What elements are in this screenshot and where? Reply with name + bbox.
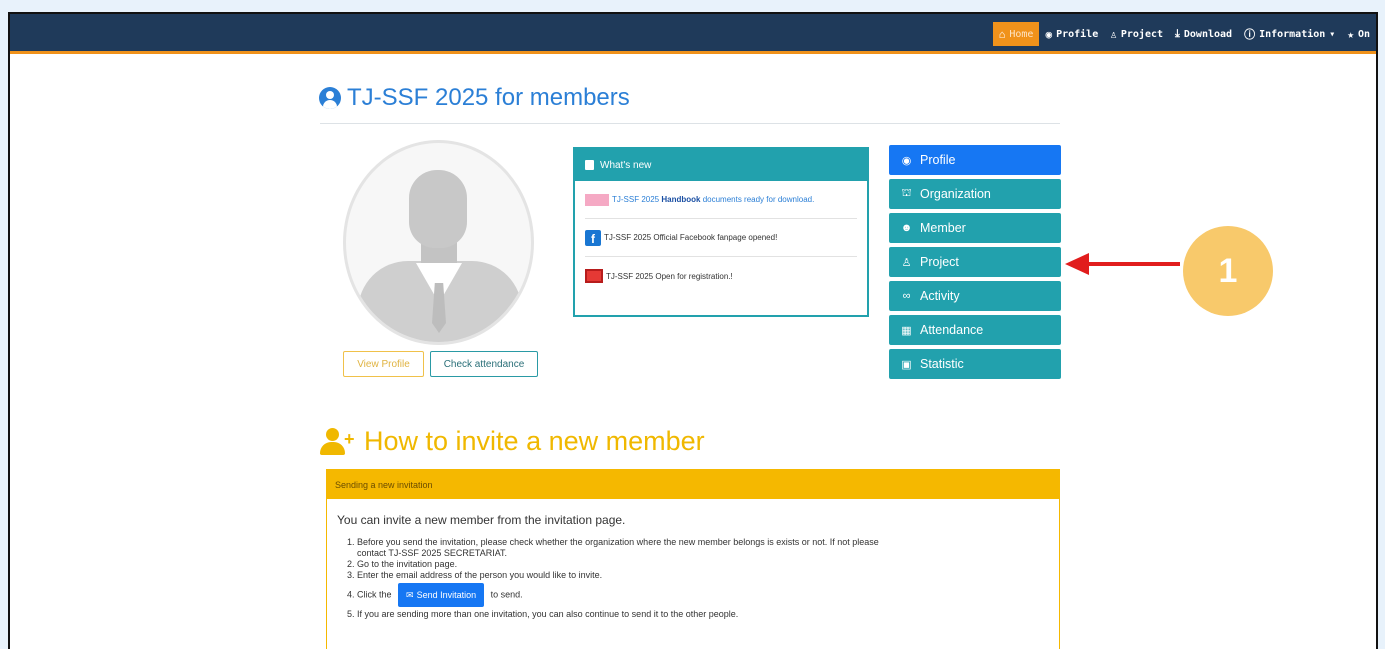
side-item-label: Activity (920, 289, 960, 303)
nav-project-label: Project (1120, 28, 1164, 40)
info-icon: ⓘ (1244, 28, 1256, 41)
check-attendance-button[interactable]: Check attendance (430, 351, 538, 377)
side-item-label: Project (920, 255, 959, 269)
project-icon: ♙ (901, 256, 912, 269)
user-circle-icon (319, 87, 341, 109)
side-item-label: Member (920, 221, 966, 235)
nav-home-label: Home (1009, 28, 1034, 40)
news-text-post: documents ready for download. (700, 195, 815, 204)
nav-information[interactable]: ⓘ Information ▾ (1238, 22, 1341, 46)
project-icon: ♙ (1110, 27, 1117, 41)
annotation-arrow-head (1065, 253, 1089, 275)
send-invitation-label: Send Invitation (416, 589, 477, 600)
user-circle-icon: ◉ (901, 154, 912, 167)
page-title: TJ-SSF 2025 for members (319, 84, 630, 112)
nav-download[interactable]: ⤓ Download (1169, 22, 1238, 46)
side-item-label: Statistic (920, 357, 964, 371)
nav-on[interactable]: ★ On (1341, 22, 1376, 46)
organization-icon: ⛫ (901, 187, 912, 199)
user-circle-icon: ◉ (1045, 27, 1053, 41)
step4-pre: 4. Click the (347, 589, 392, 600)
step4-post: to send. (490, 589, 523, 600)
browser-frame: ⌂ Home ◉ Profile ♙ Project ⤓ Download ⓘ … (8, 12, 1378, 649)
page-title-text: TJ-SSF 2025 for members (347, 84, 630, 111)
binoculars-icon: ∞ (902, 290, 911, 302)
avatar (343, 140, 534, 345)
news-text-strong: Handbook (661, 195, 701, 204)
invitation-panel: Sending a new invitation You can invite … (326, 469, 1060, 649)
side-item-label: Organization (920, 187, 991, 201)
news-item-text: TJ-SSF 2025 Open for registration.! (606, 271, 733, 281)
nav-download-label: Download (1183, 28, 1233, 40)
chevron-down-icon: ▾ (1329, 28, 1336, 40)
annotation-arrow (1088, 262, 1180, 266)
user-plus-icon: + (320, 427, 356, 456)
download-icon: ⤓ (1175, 27, 1180, 40)
whats-new-title: What's new (600, 159, 652, 171)
step-item: 4. Click the ✉ Send Invitation to send. (347, 583, 1059, 607)
home-icon: ⌂ (998, 27, 1006, 41)
book-icon (585, 193, 609, 206)
facebook-icon: f (585, 229, 601, 246)
nav-profile[interactable]: ◉ Profile (1039, 22, 1104, 46)
invitation-steps: 1. Before you send the invitation, pleas… (327, 527, 1059, 620)
side-item-label: Attendance (920, 323, 984, 337)
news-item[interactable]: TJ-SSF 2025 Open for registration.! (585, 257, 857, 295)
invite-title-text: How to invite a new member (364, 426, 705, 456)
invitation-panel-header: Sending a new invitation (327, 470, 1059, 499)
side-item-organization[interactable]: ⛫ Organization (889, 179, 1061, 209)
invitation-lead: You can invite a new member from the inv… (337, 513, 626, 527)
side-item-statistic[interactable]: ▣ Statistic (889, 349, 1061, 379)
title-divider (320, 123, 1060, 124)
send-invitation-button[interactable]: ✉ Send Invitation (398, 583, 485, 607)
nav-project[interactable]: ♙ Project (1104, 22, 1169, 46)
annotation-step-badge: 1 (1183, 226, 1273, 316)
step-item: 5. If you are sending more than one invi… (347, 609, 739, 619)
envelope-icon: ✉ (406, 589, 414, 600)
chart-icon: ▣ (901, 358, 912, 371)
step-item: 1. Before you send the invitation, pleas… (347, 537, 879, 547)
step-item: 2. Go to the invitation page. (347, 559, 458, 569)
news-item-text: TJ-SSF 2025 Official Facebook fanpage op… (604, 233, 778, 242)
news-item-text: TJ-SSF 2025 Handbook documents ready for… (612, 195, 814, 204)
users-icon: ☻ (900, 222, 913, 234)
side-menu: ◉ Profile ⛫ Organization ☻ Member ♙ Proj… (889, 145, 1061, 383)
nav-information-label: Information (1259, 28, 1326, 40)
news-item[interactable]: f TJ-SSF 2025 Official Facebook fanpage … (585, 219, 857, 257)
star-icon: ★ (1347, 27, 1354, 41)
step-item: 3. Enter the email address of the person… (347, 570, 603, 580)
side-item-attendance[interactable]: ▦ Attendance (889, 315, 1061, 345)
book-icon (585, 160, 594, 170)
news-item[interactable]: TJ-SSF 2025 Handbook documents ready for… (585, 181, 857, 219)
side-item-activity[interactable]: ∞ Activity (889, 281, 1061, 311)
nav-home[interactable]: ⌂ Home (992, 22, 1040, 46)
step-item: contact TJ-SSF 2025 SECRETARIAT. (357, 548, 508, 558)
whats-new-header: What's new (575, 149, 867, 181)
side-item-profile[interactable]: ◉ Profile (889, 145, 1061, 175)
top-navbar: ⌂ Home ◉ Profile ♙ Project ⤓ Download ⓘ … (10, 14, 1376, 54)
invite-section-title: + How to invite a new member (320, 426, 705, 457)
registration-icon (585, 269, 603, 283)
calendar-icon: ▦ (901, 324, 912, 337)
side-item-project[interactable]: ♙ Project (889, 247, 1061, 277)
side-item-member[interactable]: ☻ Member (889, 213, 1061, 243)
nav-profile-label: Profile (1056, 28, 1099, 40)
whats-new-panel: What's new TJ-SSF 2025 Handbook document… (573, 147, 869, 317)
avatar-head (409, 170, 467, 248)
main-nav: ⌂ Home ◉ Profile ♙ Project ⤓ Download ⓘ … (992, 22, 1376, 46)
nav-on-label: On (1357, 28, 1370, 40)
side-item-label: Profile (920, 153, 956, 167)
view-profile-button[interactable]: View Profile (343, 351, 424, 377)
news-text-pre: TJ-SSF 2025 (612, 195, 662, 204)
